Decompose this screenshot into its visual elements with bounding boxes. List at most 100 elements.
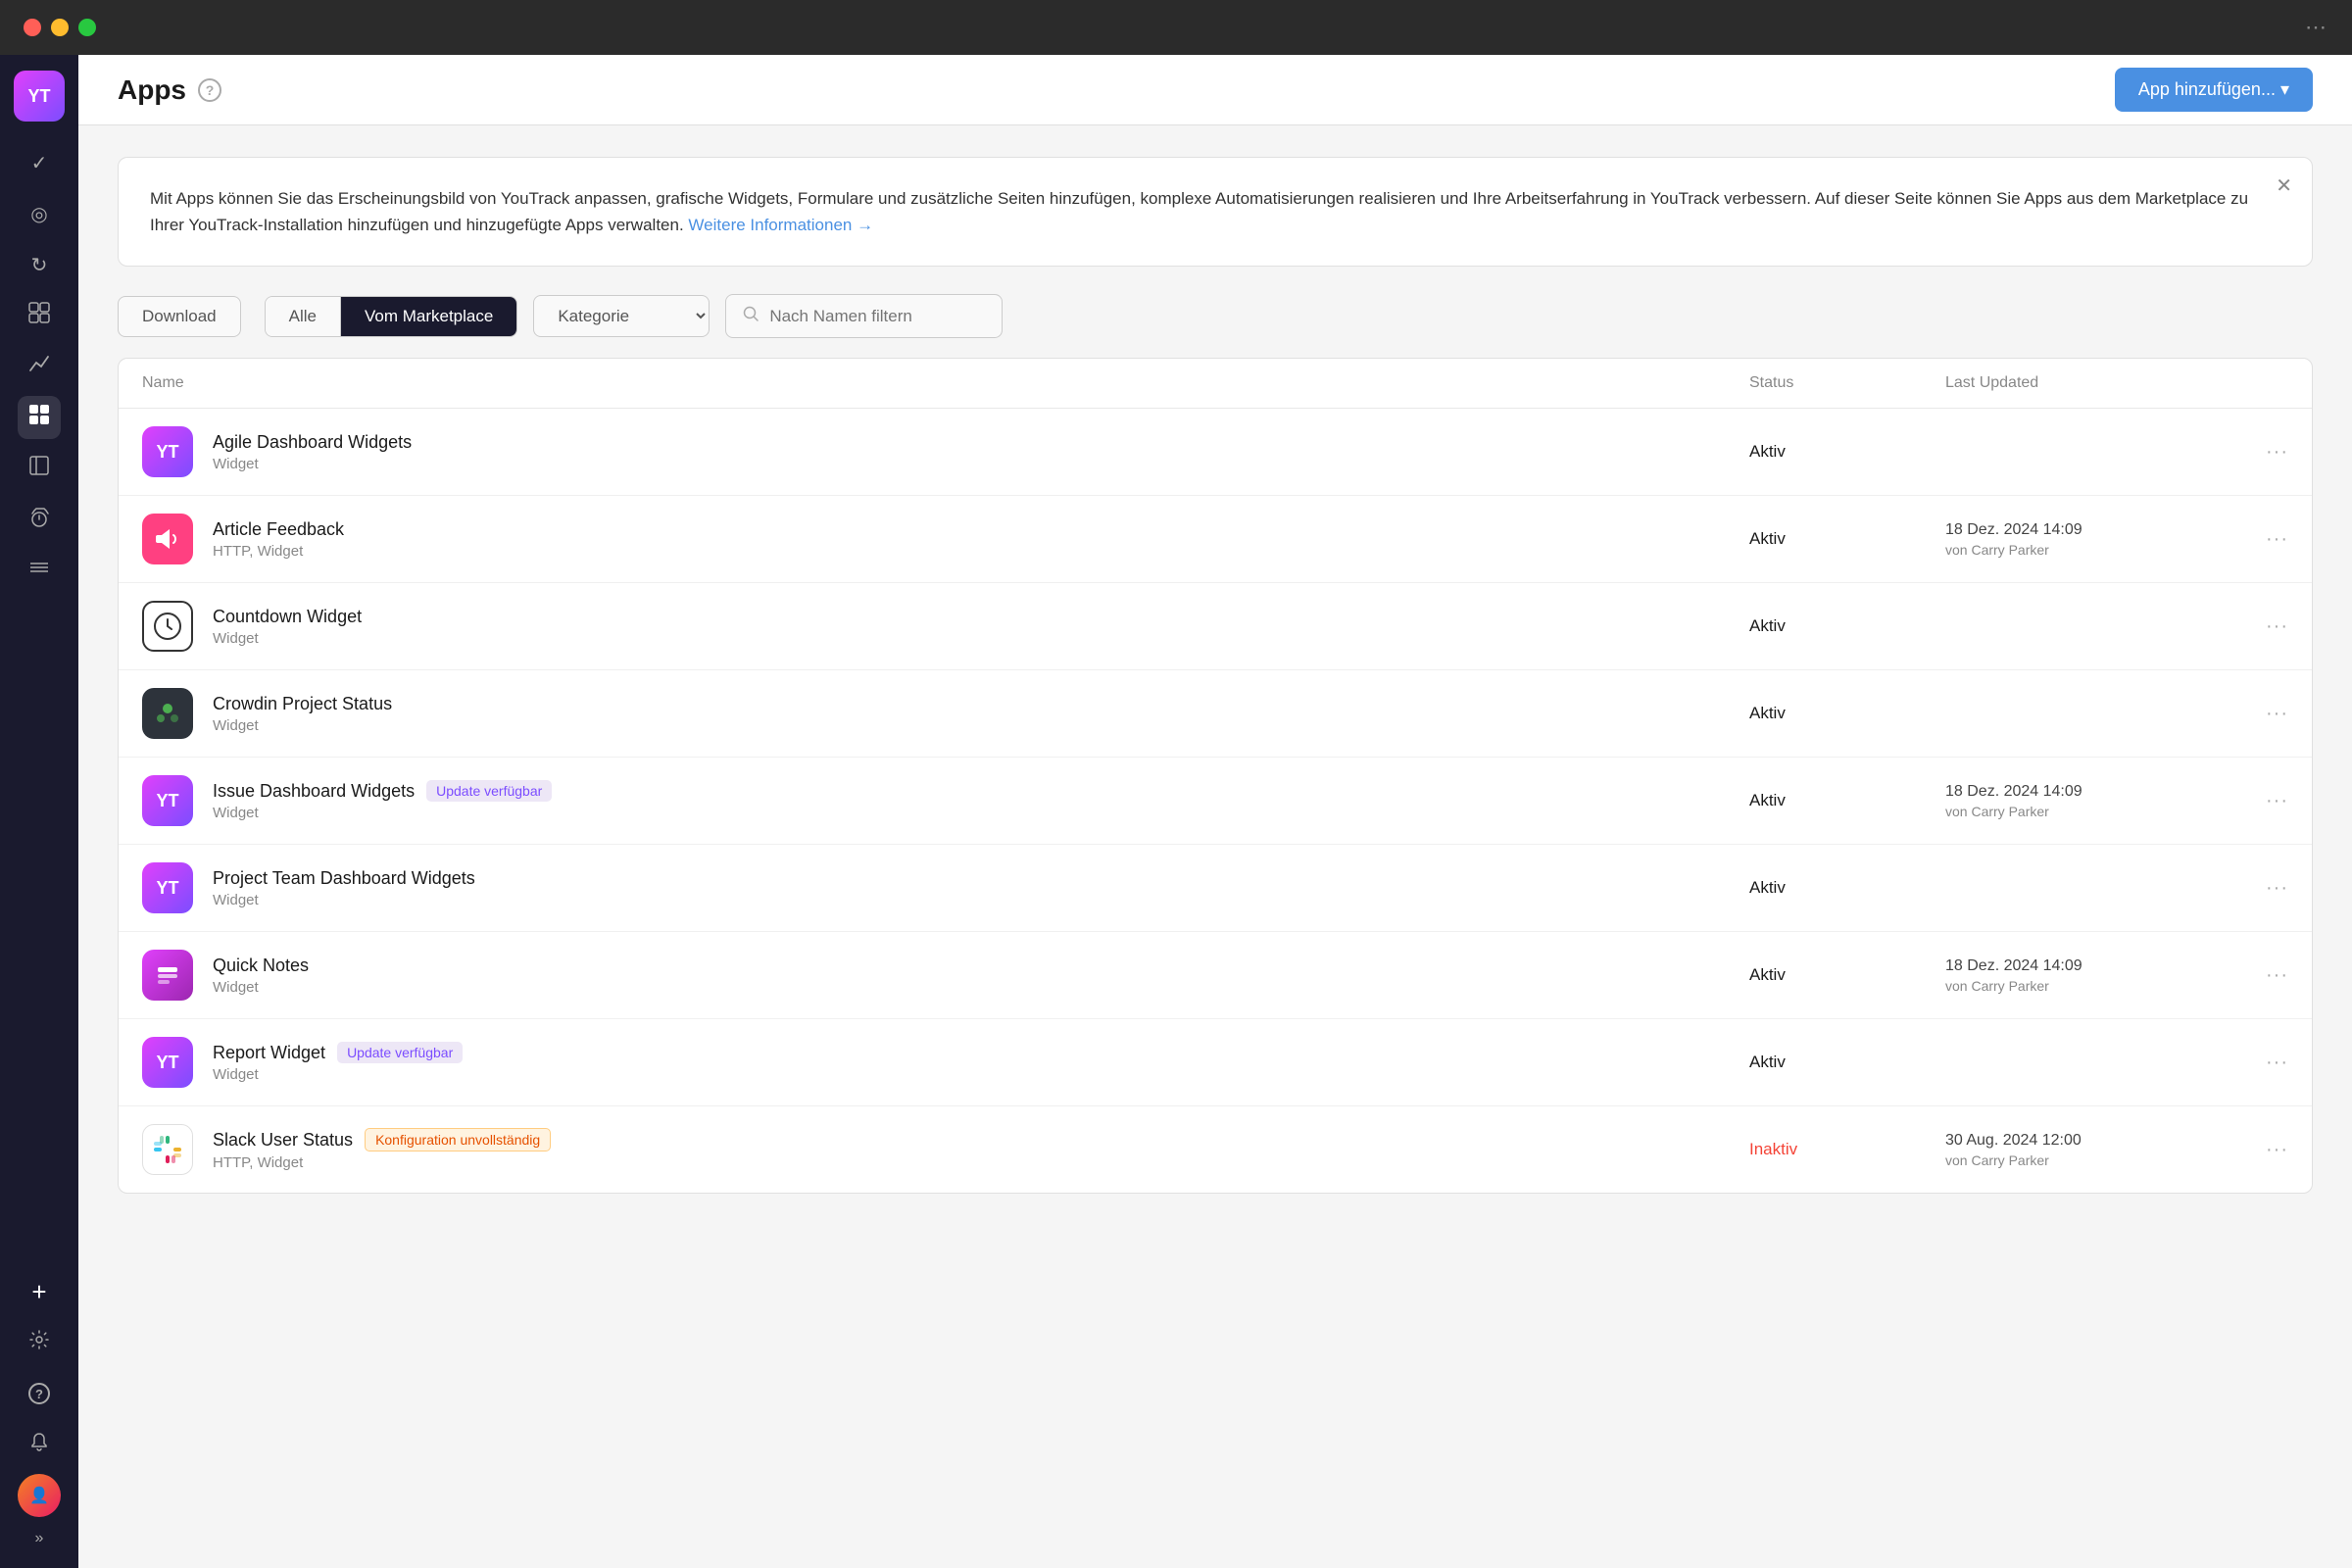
info-banner-link[interactable]: Weitere Informationen → [688, 216, 873, 234]
sidebar-settings-button[interactable] [18, 1321, 61, 1364]
sidebar-logo-text: YT [27, 86, 50, 107]
sidebar-item-layout[interactable] [18, 294, 61, 337]
last-updated: 18 Dez. 2024 14:09 [1945, 957, 2239, 975]
filter-marketplace-button[interactable]: Vom Marketplace [341, 297, 516, 336]
table-row: Quick Notes Widget Aktiv 18 Dez. 2024 14… [119, 932, 2312, 1019]
app-icon-quick-notes [142, 950, 193, 1001]
sidebar-bottom: + ? [18, 1270, 61, 1552]
app-category: Widget [213, 456, 412, 472]
app-info: Crowdin Project Status Widget [142, 688, 1749, 739]
app-category: Widget [213, 892, 475, 908]
chart-icon [28, 353, 50, 380]
sidebar-help-button[interactable]: ? [18, 1372, 61, 1415]
titlebar: ⋯ [0, 0, 2352, 55]
close-button[interactable] [24, 19, 41, 36]
app-info: Slack User Status Konfiguration unvollst… [142, 1124, 1749, 1175]
app-name: Agile Dashboard Widgets [213, 432, 412, 453]
check-icon: ✓ [31, 151, 48, 175]
sidebar-item-apps[interactable] [18, 396, 61, 439]
app-category: Widget [213, 717, 392, 734]
bell-icon [28, 1431, 50, 1458]
app-category: Widget [213, 805, 552, 821]
row-more-button[interactable]: ··· [2239, 877, 2288, 900]
sidebar-collapse-button[interactable]: » [18, 1525, 61, 1552]
app-category: Widget [213, 630, 362, 647]
user-avatar[interactable]: 👤 [18, 1474, 61, 1517]
sidebar: YT ✓ ◎ ↻ [0, 55, 78, 1568]
layout-icon [28, 302, 50, 329]
apps-table: Name Status Last Updated YT Agile Dashbo… [118, 358, 2313, 1194]
row-more-button[interactable]: ··· [2239, 790, 2288, 812]
download-button[interactable]: Download [118, 296, 241, 337]
row-more-button[interactable]: ··· [2239, 1052, 2288, 1074]
app-category: Widget [213, 1066, 463, 1083]
col-name-header: Name [142, 374, 1749, 392]
sidebar-item-book[interactable] [18, 447, 61, 490]
app-info: YT Agile Dashboard Widgets Widget [142, 426, 1749, 477]
sidebar-bell-button[interactable] [18, 1423, 61, 1466]
app-name: Crowdin Project Status [213, 694, 392, 714]
content-area: Mit Apps können Sie das Erscheinungsbild… [78, 125, 2352, 1568]
sidebar-item-refresh[interactable]: ↻ [18, 243, 61, 286]
row-more-button[interactable]: ··· [2239, 528, 2288, 551]
page-header: Apps ? App hinzufügen... ▾ [78, 55, 2352, 125]
row-more-button[interactable]: ··· [2239, 441, 2288, 464]
last-updated: 18 Dez. 2024 14:09 [1945, 521, 2239, 539]
col-updated-header: Last Updated [1945, 374, 2239, 392]
layers-icon [28, 557, 50, 584]
app-icon-crowdin [142, 688, 193, 739]
filter-alle-button[interactable]: Alle [266, 297, 341, 336]
app-icon-issue: YT [142, 775, 193, 826]
sidebar-logo[interactable]: YT [14, 71, 65, 122]
help-icon-button[interactable]: ? [198, 78, 221, 102]
updated-by: von Carry Parker [1945, 542, 2239, 558]
table-row: Article Feedback HTTP, Widget Aktiv 18 D… [119, 496, 2312, 583]
table-row: Crowdin Project Status Widget Aktiv ··· [119, 670, 2312, 758]
refresh-icon: ↻ [31, 253, 48, 277]
app-name: Report Widget Update verfügbar [213, 1042, 463, 1063]
status-badge: Aktiv [1749, 878, 1945, 898]
status-badge: Aktiv [1749, 965, 1945, 985]
filter-group: Alle Vom Marketplace [265, 296, 518, 337]
page-title-area: Apps ? [118, 74, 221, 106]
table-row: Countdown Widget Widget Aktiv ··· [119, 583, 2312, 670]
maximize-button[interactable] [78, 19, 96, 36]
row-more-button[interactable]: ··· [2239, 964, 2288, 987]
app-icon-countdown [142, 601, 193, 652]
app-icon-article [142, 514, 193, 564]
table-row: YT Agile Dashboard Widgets Widget Aktiv … [119, 409, 2312, 496]
row-more-button[interactable]: ··· [2239, 1139, 2288, 1161]
sidebar-item-check[interactable]: ✓ [18, 141, 61, 184]
app-info: YT Issue Dashboard Widgets Update verfüg… [142, 775, 1749, 826]
config-badge: Konfiguration unvollständig [365, 1128, 551, 1152]
row-more-button[interactable]: ··· [2239, 615, 2288, 638]
search-input[interactable] [769, 307, 986, 326]
status-badge: Aktiv [1749, 791, 1945, 810]
sidebar-item-chart[interactable] [18, 345, 61, 388]
sidebar-item-circle[interactable]: ◎ [18, 192, 61, 235]
titlebar-more-icon[interactable]: ⋯ [2305, 15, 2328, 40]
page-title: Apps [118, 74, 186, 106]
search-box [725, 294, 1003, 338]
last-updated: 18 Dez. 2024 14:09 [1945, 783, 2239, 801]
app-info: YT Report Widget Update verfügbar Widget [142, 1037, 1749, 1088]
app-icon-slack [142, 1124, 193, 1175]
add-app-button[interactable]: App hinzufügen... ▾ [2115, 68, 2313, 112]
plus-icon: + [31, 1277, 46, 1307]
gear-icon [28, 1329, 50, 1356]
status-badge: Aktiv [1749, 529, 1945, 549]
row-more-button[interactable]: ··· [2239, 703, 2288, 725]
info-banner-close-button[interactable]: ✕ [2276, 173, 2292, 198]
col-status-header: Status [1749, 374, 1945, 392]
app-category: HTTP, Widget [213, 543, 344, 560]
app-layout: YT ✓ ◎ ↻ [0, 55, 2352, 1568]
chevron-right-icon: » [35, 1530, 44, 1547]
sidebar-item-layers[interactable] [18, 549, 61, 592]
titlebar-controls [24, 19, 96, 36]
minimize-button[interactable] [51, 19, 69, 36]
category-select[interactable]: Kategorie [533, 295, 710, 337]
table-row: Slack User Status Konfiguration unvollst… [119, 1106, 2312, 1193]
sidebar-add-button[interactable]: + [18, 1270, 61, 1313]
updated-by: von Carry Parker [1945, 804, 2239, 819]
sidebar-item-timer[interactable] [18, 498, 61, 541]
